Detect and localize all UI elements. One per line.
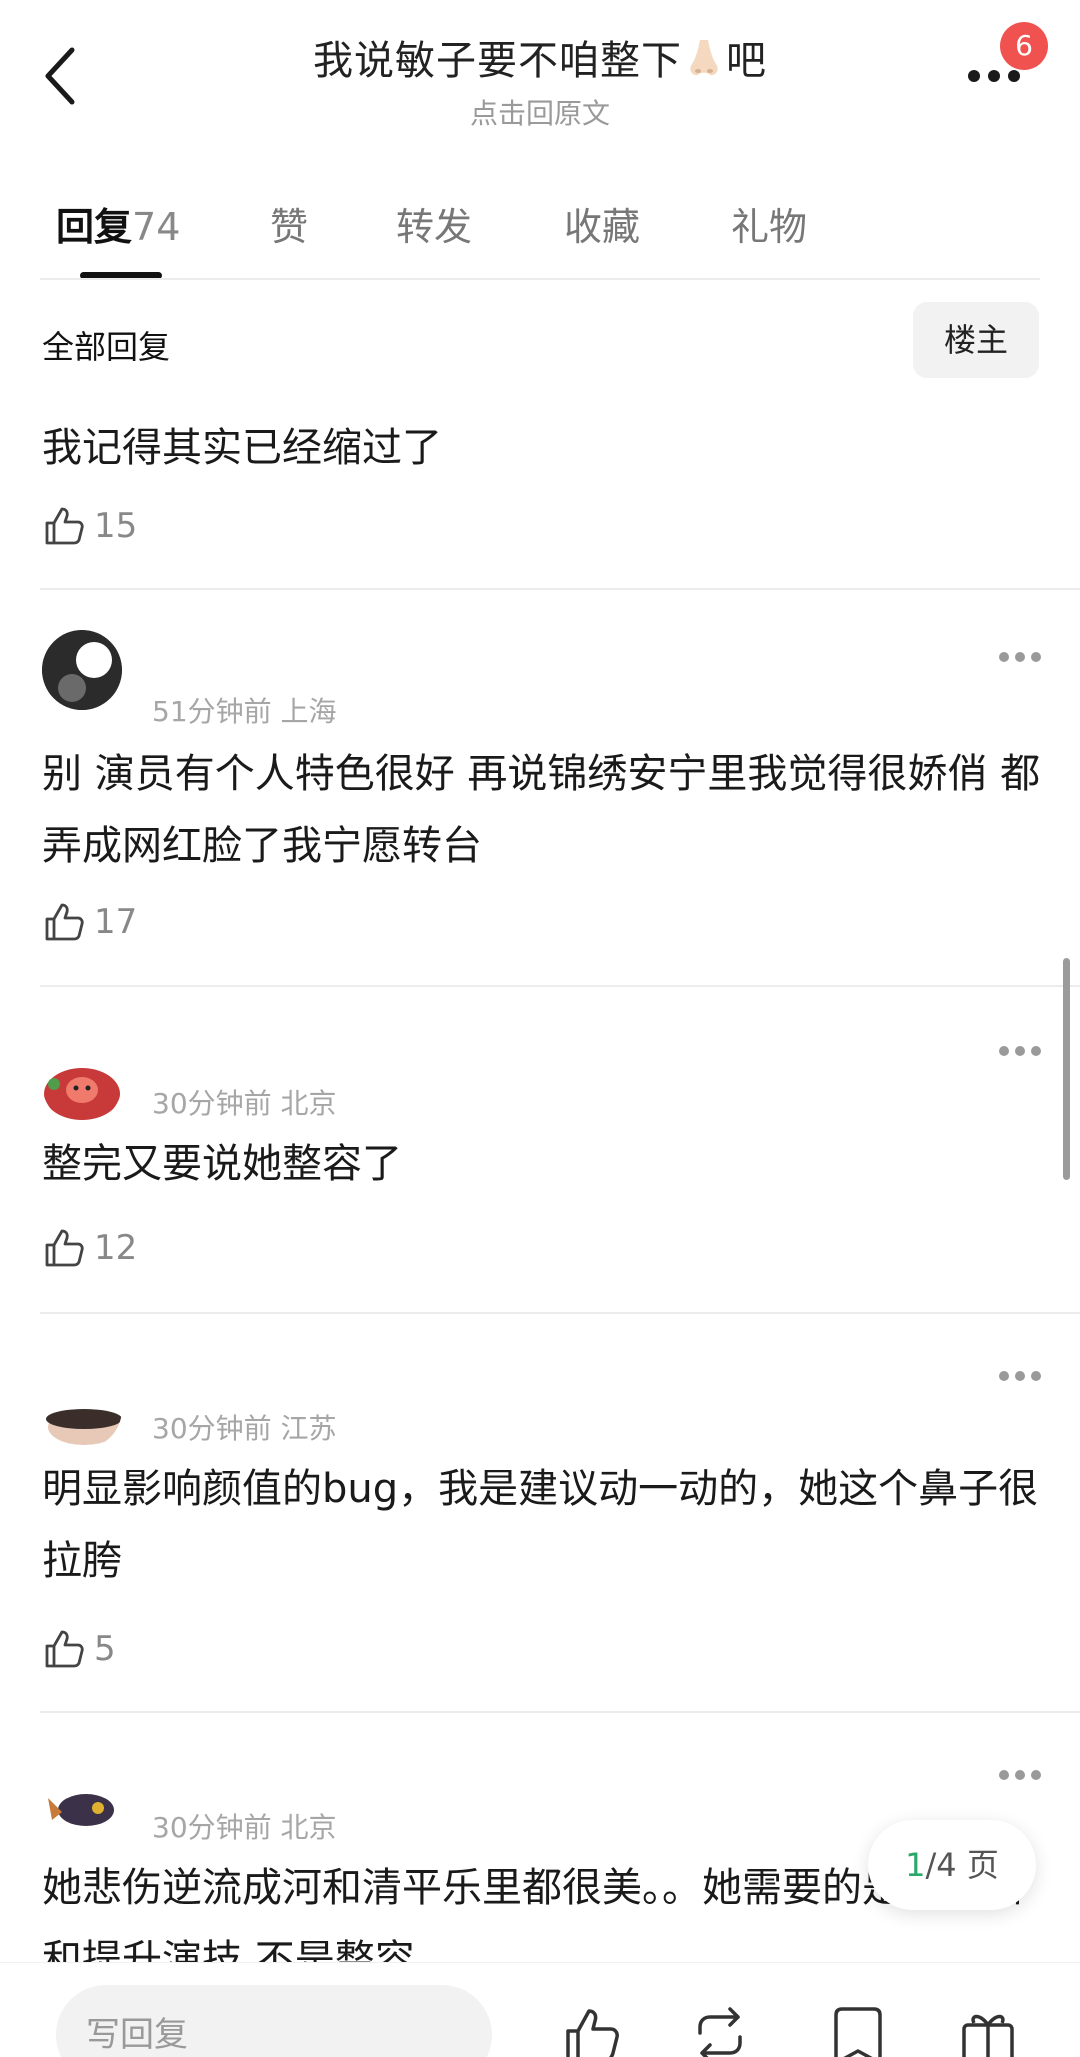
more-dot-icon: [1015, 1770, 1025, 1780]
title-text-before: 我说敏子要不咱整下: [313, 38, 682, 84]
comment-more-button[interactable]: [995, 648, 1045, 668]
comment-meta: 51分钟前 上海: [152, 695, 337, 728]
page-title: 我说敏子要不咱整下 吧: [200, 28, 880, 86]
comment-meta: 30分钟前 北京: [152, 1087, 337, 1120]
avatar-image: [42, 1768, 122, 1848]
thumbs-up-icon[interactable]: [562, 2005, 622, 2057]
current-page: 1: [905, 1846, 926, 1884]
comment-text: 我记得其实已经缩过了: [42, 425, 442, 471]
notification-badge: 6: [1000, 22, 1048, 70]
more-dot-icon: [1031, 1046, 1041, 1056]
more-dot-icon: [999, 1371, 1009, 1381]
like-button[interactable]: 15: [42, 502, 137, 550]
tab-bar: 回复74 赞 转发 收藏 礼物: [0, 180, 1080, 280]
comment-more-button[interactable]: [995, 1766, 1045, 1786]
reply-input[interactable]: 写回复: [56, 1985, 492, 2057]
tab-favorites[interactable]: 收藏: [564, 196, 640, 251]
owner-filter-button[interactable]: 楼主: [913, 302, 1039, 378]
favorite-icon[interactable]: [828, 2005, 888, 2057]
more-dot-icon: [999, 652, 1009, 662]
tab-likes[interactable]: 赞: [270, 196, 308, 251]
more-dot-icon: [1031, 652, 1041, 662]
thumbs-up-icon: [45, 507, 84, 545]
avatar-image: [42, 1369, 122, 1449]
like-count: 5: [94, 1629, 116, 1669]
tab-count: 74: [132, 205, 181, 249]
avatar[interactable]: [42, 630, 122, 710]
more-dot-icon: [1015, 1371, 1025, 1381]
more-dot-icon: [1031, 1371, 1041, 1381]
scrollbar[interactable]: [1063, 958, 1070, 1180]
like-button[interactable]: 17: [42, 898, 137, 946]
more-dot-icon: [1031, 1770, 1041, 1780]
comment-text: 明显影响颜值的bug，我是建议动一动的，她这个鼻子很拉胯: [42, 1466, 1039, 1584]
more-dot-icon: [968, 70, 980, 82]
title-text-after: 吧: [726, 38, 767, 84]
nose-emoji-icon: [690, 40, 718, 76]
more-dot-icon: [999, 1046, 1009, 1056]
like-count: 17: [94, 902, 138, 942]
divider: [40, 985, 1080, 987]
page-indicator[interactable]: 1/4 页: [868, 1820, 1036, 1910]
divider: [40, 588, 1080, 590]
like-button[interactable]: 12: [42, 1224, 137, 1272]
page-total: /4 页: [925, 1846, 999, 1884]
like-button[interactable]: 5: [42, 1625, 116, 1673]
more-dot-icon: [999, 1770, 1009, 1780]
title-area[interactable]: 我说敏子要不咱整下 吧 点击回原文: [200, 28, 880, 132]
thumbs-up-icon: [45, 1229, 84, 1267]
tab-gifts[interactable]: 礼物: [731, 196, 807, 251]
all-replies-label[interactable]: 全部回复: [42, 322, 170, 368]
comment-meta: 30分钟前 江苏: [152, 1412, 337, 1445]
comment-meta: 30分钟前 北京: [152, 1811, 337, 1844]
comment-more-button[interactable]: [995, 1042, 1045, 1062]
gift-icon[interactable]: [958, 2005, 1018, 2057]
thumbs-up-icon: [45, 903, 84, 941]
chevron-left-icon: [45, 47, 75, 105]
divider: [40, 1312, 1080, 1314]
tab-label: 回复: [56, 205, 133, 249]
comment-text: 整完又要说她整容了: [42, 1141, 402, 1187]
bottom-action-bar: 写回复: [0, 1962, 1080, 2057]
avatar-image: [42, 1044, 122, 1124]
thumbs-up-icon: [45, 1630, 84, 1668]
comment-more-button[interactable]: [995, 1367, 1045, 1387]
avatar[interactable]: [42, 1369, 122, 1449]
header: 我说敏子要不咱整下 吧 点击回原文 6: [0, 0, 1080, 140]
back-button[interactable]: [38, 40, 88, 110]
more-dot-icon: [988, 70, 1000, 82]
repost-icon[interactable]: [690, 2005, 750, 2057]
more-dot-icon: [1015, 652, 1025, 662]
more-dot-icon: [1015, 1046, 1025, 1056]
more-dot-icon: [1008, 70, 1020, 82]
divider: [40, 1711, 1080, 1713]
comment-text: 别 演员有个人特色很好 再说锦绣安宁里我觉得很娇俏 都弄成网红脸了我宁愿转台: [42, 751, 1041, 869]
like-count: 15: [94, 506, 138, 546]
back-to-original-link[interactable]: 点击回原文: [200, 92, 880, 132]
like-count: 12: [94, 1228, 138, 1268]
avatar[interactable]: [42, 1768, 122, 1848]
tab-reposts[interactable]: 转发: [396, 196, 472, 251]
divider: [40, 278, 1040, 280]
tab-replies[interactable]: 回复74: [56, 196, 180, 251]
avatar-image: [42, 630, 122, 710]
avatar[interactable]: [42, 1044, 122, 1124]
